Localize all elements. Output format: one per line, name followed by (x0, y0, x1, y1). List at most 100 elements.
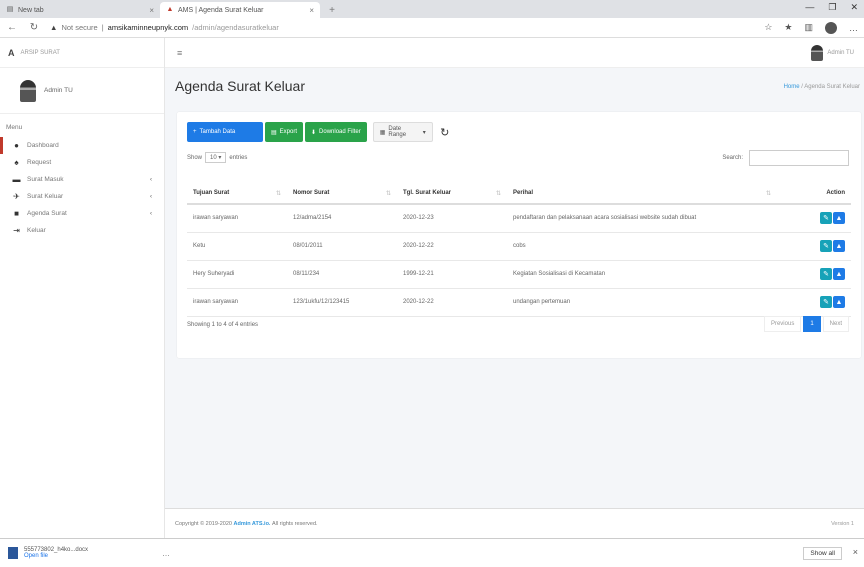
sidebar-item-agenda-surat[interactable]: ■ Agenda Surat ‹ (0, 205, 164, 222)
tab-close-icon[interactable]: × (309, 6, 314, 15)
window-controls: — ❐ ✕ (805, 2, 858, 13)
warning-icon: ▲ (50, 23, 58, 32)
sidebar-item-surat-keluar[interactable]: ✈ Surat Keluar ‹ (0, 188, 164, 205)
navbar-user-name: Admin TU (827, 49, 854, 56)
table-cell: 2020-12-22 (397, 288, 507, 317)
sidebar-item-label: Dashboard (27, 142, 59, 149)
column-title: Perihal (513, 189, 534, 196)
column-header[interactable]: Tgl. Surat Keluar ⇅ (397, 182, 507, 205)
delete-button[interactable]: ▲ (833, 296, 845, 308)
entries-label: entries (229, 154, 248, 161)
table-cell: Kegiatan Sosialisasi di Kecamatan (507, 260, 777, 289)
sidebar-item-request[interactable]: ♠ Request (0, 154, 164, 171)
search-input[interactable] (749, 150, 849, 166)
delete-button[interactable]: ▲ (833, 212, 845, 225)
tab-page-icon: ▤ (6, 6, 14, 13)
entries-value: 10 (210, 155, 217, 161)
bookmark-star-icon[interactable]: ☆ (764, 22, 772, 33)
sort-icon: ⇅ (765, 190, 771, 197)
page-button-current[interactable]: 1 (803, 316, 821, 332)
minimize-icon[interactable]: — (805, 2, 814, 13)
footer: Copyright © 2019-2020 Admin ATS.io. All … (165, 508, 864, 538)
download-filter-button[interactable]: ⬇ Download Filter (305, 122, 367, 142)
edit-button[interactable]: ✎ (820, 240, 832, 252)
footer-brand-link[interactable]: Admin ATS.io. (233, 521, 270, 527)
edit-button[interactable]: ✎ (820, 296, 832, 308)
agenda-table: Tujuan Surat ⇅ Nomor Surat ⇅ Tgl. Surat Ke… (187, 182, 851, 317)
sidebar-item-label: Request (27, 159, 52, 166)
delete-button[interactable]: ▲ (833, 268, 845, 280)
close-icon[interactable]: × (853, 547, 858, 557)
next-button[interactable]: Next (822, 316, 849, 332)
more-icon[interactable]: … (849, 23, 858, 33)
menu-toggle-icon[interactable]: ≡ (177, 48, 182, 58)
action-cell: ✎ ▲ (777, 288, 851, 317)
brand[interactable]: A ARSIP SURAT (0, 38, 164, 68)
table-cell: 12/adma/2154 (287, 204, 397, 233)
delete-button[interactable]: ▲ (833, 240, 845, 252)
column-title: Tgl. Surat Keluar (403, 189, 452, 196)
back-icon[interactable]: ← (6, 22, 18, 33)
sidebar-item-dashboard[interactable]: ● Dashboard (0, 137, 164, 154)
sidebar-item-keluar[interactable]: ⇥ Keluar (0, 222, 164, 239)
refresh-icon: ↻ (440, 126, 450, 139)
profile-avatar[interactable] (825, 21, 837, 34)
content-area: Agenda Surat Keluar Home / Agenda Surat … (165, 68, 864, 508)
column-title: Tujuan Surat (193, 189, 230, 196)
table-info: Showing 1 to 4 of 4 entries (187, 322, 259, 328)
navbar-user[interactable]: Admin TU (811, 44, 854, 61)
sidebar-item-surat-masuk[interactable]: ▬ Surat Masuk ‹ (0, 171, 164, 188)
sidebar-item-label: Keluar (27, 227, 46, 234)
avatar (811, 44, 824, 61)
table-cell: 2020-12-22 (397, 232, 507, 261)
breadcrumb-home[interactable]: Home (784, 84, 800, 90)
download-item[interactable]: 555773802_h4ko...docx Open file (8, 547, 158, 559)
more-options-icon[interactable]: … (162, 549, 170, 558)
plus-icon: + (193, 129, 197, 135)
breadcrumb: Home / Agenda Surat Keluar (784, 84, 860, 90)
sidebar-item-label: Agenda Surat (27, 210, 67, 217)
new-tab-button[interactable]: + (324, 2, 340, 18)
chevron-left-icon: ‹ (150, 193, 152, 200)
chevron-down-icon: ▾ (422, 129, 426, 136)
table-cell: 1999-12-21 (397, 260, 507, 289)
refresh-button[interactable]: ↻ (435, 122, 455, 142)
add-data-button[interactable]: + Tambah Data (187, 122, 263, 142)
browser-actions: ☆ ★ ▥ … (764, 21, 858, 34)
download-open-link[interactable]: Open file (24, 553, 88, 559)
download-bar: 555773802_h4ko...docx Open file … Show a… (0, 538, 864, 567)
action-cell: ✎ ▲ (777, 204, 851, 233)
table-row: irawan saryawan 123/1ukfu/12/123415 2020… (187, 288, 851, 317)
table-cell: irawan saryawan (187, 288, 287, 317)
edit-button[interactable]: ✎ (820, 212, 832, 225)
tab-new-tab[interactable]: ▤ New tab × (0, 2, 160, 18)
column-header: Action (777, 182, 851, 205)
table-row: Ketu 08/01/2011 2020-12-22 cobs ✎ ▲ (187, 232, 851, 261)
table-cell: 08/11/234 (287, 260, 397, 289)
column-header[interactable]: Perihal ⇅ (507, 182, 777, 205)
logout-icon: ⇥ (13, 226, 20, 235)
date-range-button[interactable]: ▦ Date Range ▾ (372, 122, 433, 142)
table-row: irawan saryawan 12/adma/2154 2020-12-23 … (187, 204, 851, 233)
export-button[interactable]: ▤ Export (265, 122, 304, 142)
sidebar-item-label: Surat Masuk (27, 176, 64, 183)
url-field[interactable]: ▲ Not secure | amsikaminneupnyk.com/admi… (50, 23, 754, 32)
favorites-icon[interactable]: ★ (784, 22, 792, 33)
menu-header: Menu (6, 124, 23, 131)
user-panel[interactable]: Admin TU (0, 68, 164, 114)
collections-icon[interactable]: ▥ (804, 22, 813, 33)
close-window-icon[interactable]: ✕ (850, 2, 858, 13)
table-cell: pendaftaran dan pelaksanaan acara sosial… (507, 204, 777, 233)
tab-agenda-surat-keluar[interactable]: ▲ AMS | Agenda Surat Keluar × (160, 2, 320, 18)
entries-select[interactable]: 10 ▾ (205, 152, 227, 163)
maximize-icon[interactable]: ❐ (828, 2, 836, 13)
column-header[interactable]: Nomor Surat ⇅ (287, 182, 397, 205)
table-header-row: Tujuan Surat ⇅ Nomor Surat ⇅ Tgl. Surat Ke… (187, 182, 851, 205)
previous-button[interactable]: Previous (763, 316, 802, 332)
column-header[interactable]: Tujuan Surat ⇅ (187, 182, 287, 205)
edit-button[interactable]: ✎ (820, 268, 832, 280)
tab-close-icon[interactable]: × (149, 6, 154, 15)
reload-icon[interactable]: ↻ (28, 22, 40, 33)
footer-rights: All rights reserved. (272, 520, 318, 527)
show-all-button[interactable]: Show all (803, 547, 842, 560)
